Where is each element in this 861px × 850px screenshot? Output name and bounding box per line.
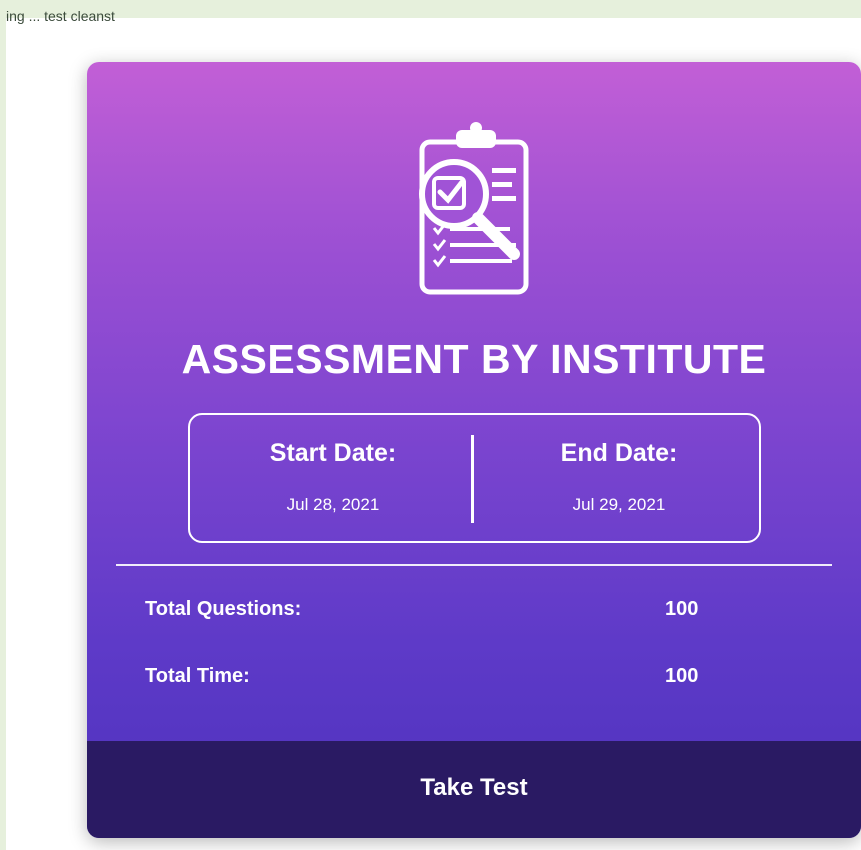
take-test-button[interactable]: Take Test <box>87 741 861 838</box>
clipped-top-text: ing ... test cleanst <box>6 9 115 24</box>
clipboard-magnifier-icon <box>419 122 529 295</box>
start-date-value: Jul 28, 2021 <box>286 495 380 514</box>
page: ing ... test cleanst ASSESSMENT BY INSTI… <box>0 0 861 850</box>
dates-box: Start Date: Jul 28, 2021 End Date: Jul 2… <box>188 413 761 543</box>
dates-divider <box>471 435 474 523</box>
total-questions-value: 100 <box>665 598 699 620</box>
total-questions-label: Total Questions: <box>145 598 302 620</box>
assessment-card: ASSESSMENT BY INSTITUTE Start Date: Jul … <box>87 62 861 838</box>
end-date-value: Jul 29, 2021 <box>572 495 666 514</box>
end-date-column: End Date: Jul 29, 2021 <box>476 415 762 545</box>
end-date-label: End Date: <box>560 439 678 467</box>
total-time-value: 100 <box>665 665 699 687</box>
assessment-title: ASSESSMENT BY INSTITUTE <box>181 336 767 382</box>
total-time-row: Total Time: 100 <box>145 665 725 693</box>
start-date-label: Start Date: <box>269 439 397 467</box>
total-time-label: Total Time: <box>145 665 250 687</box>
total-questions-row: Total Questions: 100 <box>145 598 725 626</box>
start-date-column: Start Date: Jul 28, 2021 <box>190 415 476 545</box>
section-divider <box>116 564 832 566</box>
